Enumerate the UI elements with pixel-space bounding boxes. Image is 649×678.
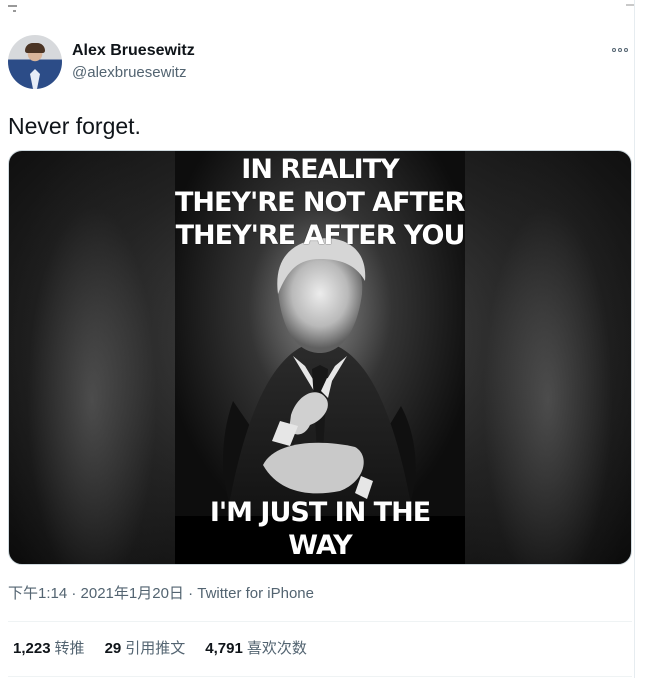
tweet-media-image[interactable]: IN REALITY THEY'RE NOT AFTER ME THEY'RE … xyxy=(8,150,632,565)
tweet-detail: Alex Bruesewitz @alexbruesewitz Never fo… xyxy=(0,0,649,678)
retweet-count-link[interactable]: 1,223 转推 xyxy=(13,639,85,659)
poster-headline-line: IN REALITY xyxy=(241,154,399,185)
retweet-count: 1,223 xyxy=(13,640,51,657)
top-right-mark xyxy=(626,0,634,6)
avatar[interactable] xyxy=(8,35,62,89)
window-edge xyxy=(634,0,649,678)
like-count: 4,791 xyxy=(205,640,243,657)
like-count-link[interactable]: 4,791 喜欢次数 xyxy=(205,639,307,659)
avatar-shirt-shape xyxy=(30,69,40,89)
quote-count-link[interactable]: 29 引用推文 xyxy=(105,639,186,659)
tweet-text: Never forget. xyxy=(8,113,141,139)
divider-bottom xyxy=(8,676,632,677)
top-text-fragment xyxy=(6,4,20,12)
tweet-stats: 1,223 转推 29 引用推文 4,791 喜欢次数 xyxy=(13,639,307,659)
blurred-image-right xyxy=(465,151,631,564)
more-options-icon[interactable] xyxy=(612,44,634,56)
avatar-hair-shape xyxy=(25,43,45,53)
poster-headline-line: THEY'RE NOT AFTER ME xyxy=(175,187,465,218)
source-link[interactable]: Twitter for iPhone xyxy=(197,585,314,602)
author-name[interactable]: Alex Bruesewitz xyxy=(72,41,195,61)
poster-image: IN REALITY THEY'RE NOT AFTER ME THEY'RE … xyxy=(175,151,465,564)
more-dot xyxy=(618,48,622,52)
poster-footer-text: I'M JUST IN THE WAY xyxy=(209,497,431,561)
more-dot xyxy=(624,48,628,52)
poster-headline-line: THEY'RE AFTER YOU xyxy=(175,220,465,251)
divider xyxy=(8,621,632,622)
tweet-metadata: 下午1:14 · 2021年1月20日 · Twitter for iPhone xyxy=(8,585,314,603)
blurred-image-left xyxy=(9,151,175,564)
author-handle[interactable]: @alexbruesewitz xyxy=(72,63,186,83)
quote-label: 引用推文 xyxy=(125,640,186,657)
like-label: 喜欢次数 xyxy=(246,640,307,657)
timestamp[interactable]: 下午1:14 · 2021年1月20日 · xyxy=(8,585,197,602)
retweet-label: 转推 xyxy=(54,640,85,657)
quote-count: 29 xyxy=(104,640,122,657)
poster-headline: IN REALITY THEY'RE NOT AFTER ME THEY'RE … xyxy=(175,151,465,252)
more-dot xyxy=(612,48,616,52)
